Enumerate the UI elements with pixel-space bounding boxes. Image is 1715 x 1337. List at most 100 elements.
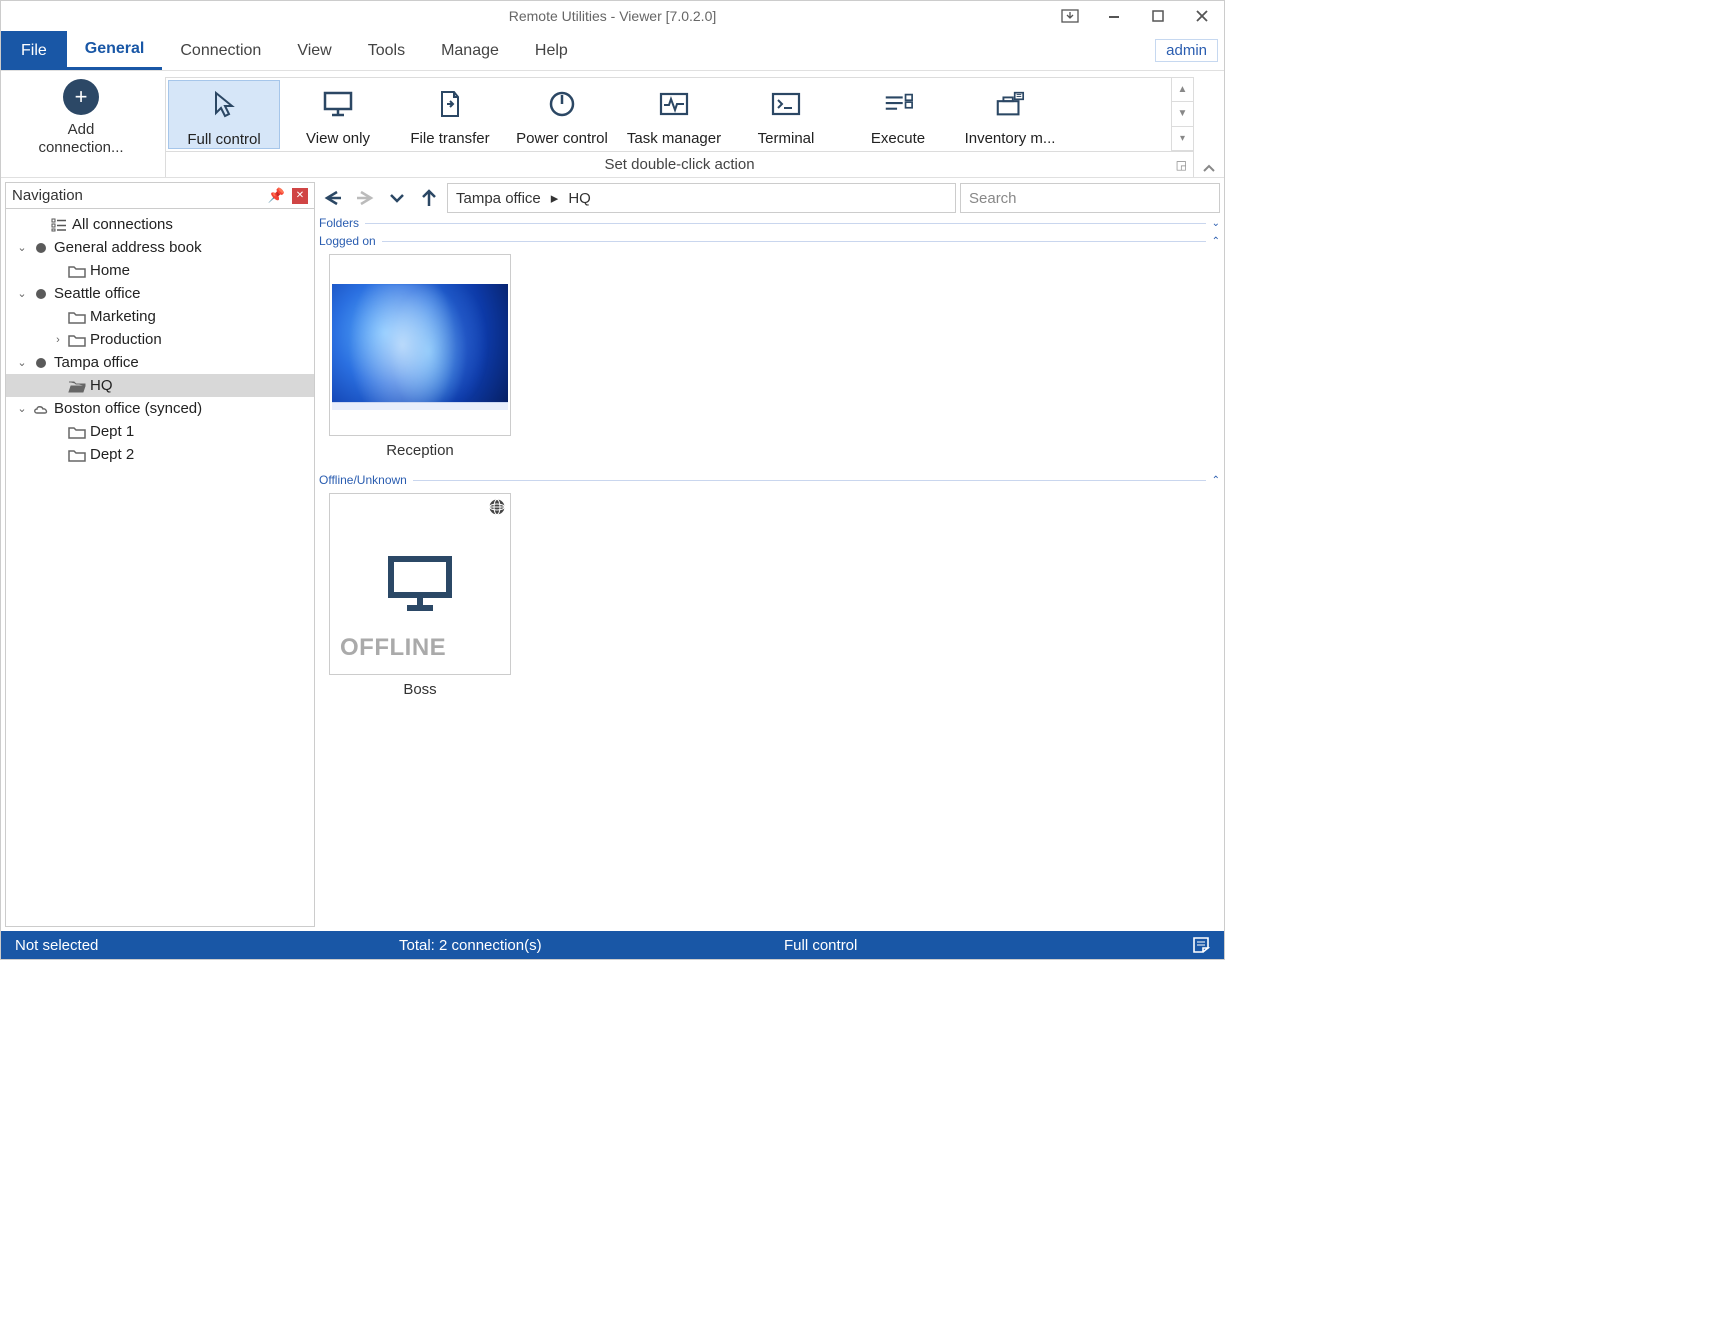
power-control-button[interactable]: Power control [506,78,618,151]
tray-icon[interactable] [1048,1,1092,31]
scroll-down-icon[interactable]: ▼ [1172,102,1193,126]
tree-arrow-icon[interactable]: ⌄ [12,356,32,369]
navigation-tree[interactable]: All connections ⌄ General address book Home… [6,209,314,926]
status-total: Total: 2 connection(s) [385,937,556,954]
execute-button[interactable]: Execute [842,78,954,151]
tree-label: Seattle office [54,285,140,302]
search-input[interactable]: Search [960,183,1220,213]
add-connection-button[interactable]: + Addconnection... [38,79,123,157]
folder-open-icon [68,379,86,393]
tree-arrow-icon[interactable]: › [48,334,68,346]
plus-icon: + [63,79,99,115]
tree-item[interactable]: ⌄ Boston office (synced) [6,397,314,420]
section-logged-on[interactable]: Logged on⌃ [319,234,1220,248]
view-only-button[interactable]: View only [282,78,394,151]
up-button[interactable] [415,184,443,212]
scroll-more-icon[interactable]: ▾ [1172,127,1193,151]
tree-label: Marketing [90,308,156,325]
list-run-icon [882,88,914,120]
tree-label: Tampa office [54,354,139,371]
dot-icon [32,241,50,255]
tree-item[interactable]: HQ [6,374,314,397]
thumbnail-screenshot [329,254,511,436]
menu-bar: File General Connection View Tools Manag… [1,31,1224,71]
monitor-icon [322,88,354,120]
cursor-icon [208,89,240,121]
tree-label: Dept 1 [90,423,134,440]
dot-icon [32,287,50,301]
inventory-icon [994,88,1026,120]
task-manager-button[interactable]: Task manager [618,78,730,151]
offline-text: OFFLINE [340,634,446,662]
tree-arrow-icon[interactable]: ⌄ [12,241,32,254]
scroll-up-icon[interactable]: ▲ [1172,78,1193,102]
tree-label: General address book [54,239,202,256]
monitor-icon [385,553,455,615]
tree-arrow-icon[interactable]: ⌄ [12,402,32,415]
tab-manage[interactable]: Manage [423,31,517,70]
full-control-button[interactable]: Full control [168,80,280,149]
panel-close-button[interactable]: ✕ [292,188,308,204]
tab-tools[interactable]: Tools [350,31,423,70]
terminal-icon [770,88,802,120]
file-arrow-icon [434,88,466,120]
tree-item[interactable]: Dept 2 [6,443,314,466]
chevron-up-icon: ⌃ [1212,236,1220,247]
tab-general[interactable]: General [67,31,163,70]
tab-help[interactable]: Help [517,31,586,70]
connection-label: Boss [403,681,436,698]
history-dropdown[interactable] [383,184,411,212]
file-transfer-button[interactable]: File transfer [394,78,506,151]
tree-item[interactable]: Dept 1 [6,420,314,443]
tab-connection[interactable]: Connection [162,31,279,70]
tree-label: Boston office (synced) [54,400,202,417]
power-icon [546,88,578,120]
window-title: Remote Utilities - Viewer [7.0.2.0] [1,8,1224,24]
folder-icon [68,425,86,439]
status-mode: Full control [770,937,871,954]
tree-item[interactable]: Home [6,259,314,282]
section-folders[interactable]: Folders⌄ [319,216,1220,230]
breadcrumb-item[interactable]: Tampa office [456,190,541,207]
pulse-icon [658,88,690,120]
terminal-button[interactable]: Terminal [730,78,842,151]
inventory-button[interactable]: Inventory m... [954,78,1066,151]
status-bar: Not selected Total: 2 connection(s) Full… [1,931,1224,959]
close-button[interactable] [1180,1,1224,31]
folder-icon [68,333,86,347]
title-bar: Remote Utilities - Viewer [7.0.2.0] [1,1,1224,31]
status-note-icon[interactable] [1178,936,1224,954]
tree-item[interactable]: All connections [6,213,314,236]
connection-item-reception[interactable]: Reception [329,254,511,459]
back-button[interactable] [319,184,347,212]
breadcrumb-item[interactable]: HQ [568,190,591,207]
tree-item[interactable]: Marketing [6,305,314,328]
tree-label: Home [90,262,130,279]
chevron-up-icon: ⌃ [1212,475,1220,486]
tree-item[interactable]: ⌄ General address book [6,236,314,259]
dialog-launcher-icon[interactable]: ◲ [1176,158,1187,172]
navigation-panel: Navigation 📌 ✕ All connections⌄General a… [5,182,315,927]
ribbon-group-label: Set double-click action ◲ [166,151,1193,177]
minimize-button[interactable] [1092,1,1136,31]
forward-button[interactable] [351,184,379,212]
tree-item[interactable]: ⌄ Tampa office [6,351,314,374]
content-area: Tampa office ▸ HQ Search Folders⌄ Logged… [319,182,1220,927]
dot-icon [32,356,50,370]
ribbon-scroller[interactable]: ▲ ▼ ▾ [1171,78,1193,151]
tree-item[interactable]: ⌄ Seattle office [6,282,314,305]
tree-item[interactable]: ›Production [6,328,314,351]
user-account-button[interactable]: admin [1155,39,1218,62]
file-menu[interactable]: File [1,31,67,70]
maximize-button[interactable] [1136,1,1180,31]
breadcrumb[interactable]: Tampa office ▸ HQ [447,183,956,213]
section-offline[interactable]: Offline/Unknown⌃ [319,473,1220,487]
tree-label: Dept 2 [90,446,134,463]
tree-arrow-icon[interactable]: ⌄ [12,287,32,300]
connection-item-boss[interactable]: OFFLINE Boss [329,493,511,698]
ribbon-collapse-button[interactable] [1194,71,1224,177]
pin-icon[interactable]: 📌 [265,187,288,204]
globe-icon [488,498,506,516]
chevron-down-icon: ⌄ [1212,218,1220,229]
tab-view[interactable]: View [279,31,349,70]
